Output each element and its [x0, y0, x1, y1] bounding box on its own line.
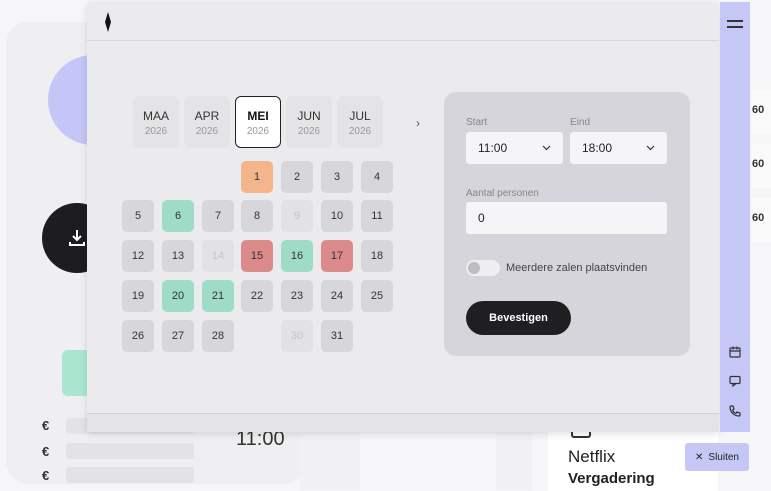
event-subtitle: Vergadering: [568, 470, 655, 487]
calendar-day[interactable]: 18: [361, 240, 393, 272]
calendar-day[interactable]: 22: [241, 280, 273, 312]
calendar-day[interactable]: 17: [321, 240, 353, 272]
background-right-value: 60: [752, 90, 771, 134]
calendar-day[interactable]: 28: [202, 320, 234, 352]
calendar-day[interactable]: 31: [321, 320, 353, 352]
start-time-select[interactable]: 11:00: [466, 132, 563, 164]
month-apr[interactable]: APR 2026: [184, 96, 230, 148]
calendar-day[interactable]: 12: [122, 240, 154, 272]
persons-label: Aantal personen: [466, 188, 539, 199]
background-bar: [66, 467, 194, 483]
calendar-day[interactable]: 1: [241, 161, 273, 193]
menu-icon[interactable]: [727, 20, 743, 32]
month-name: MAA: [142, 109, 169, 123]
calendar-day[interactable]: 21: [202, 280, 234, 312]
month-name: MEI: [247, 109, 269, 123]
start-label: Start: [466, 117, 488, 128]
currency-symbol: €: [42, 468, 50, 483]
calendar-day[interactable]: 10: [321, 200, 353, 232]
background-right-value: 60: [752, 198, 771, 242]
close-button-label: Sluiten: [708, 451, 739, 463]
calendar-day[interactable]: 20: [162, 280, 194, 312]
month-jun[interactable]: JUN 2026: [286, 96, 332, 148]
multi-room-toggle-label: Meerdere zalen plaatsvinden: [506, 262, 648, 274]
chevron-down-icon: [542, 145, 551, 151]
calendar-day[interactable]: 26: [122, 320, 154, 352]
calendar-day[interactable]: 27: [162, 320, 194, 352]
calendar-day[interactable]: 2: [281, 161, 313, 193]
month-year: 2026: [144, 126, 168, 137]
chat-icon[interactable]: [728, 374, 742, 388]
calendar-day: 14: [202, 240, 234, 272]
calendar-day[interactable]: 15: [241, 240, 273, 272]
phone-icon[interactable]: [728, 404, 742, 418]
calendar-day[interactable]: 11: [361, 200, 393, 232]
event-title: Netflix: [568, 447, 616, 466]
logo-icon: [105, 12, 111, 32]
confirm-button[interactable]: Bevestigen: [466, 301, 571, 335]
modal-footer: [87, 413, 719, 432]
month-name: JUN: [297, 109, 321, 123]
multi-room-toggle[interactable]: [466, 260, 500, 276]
month-year: 2026: [246, 126, 270, 137]
calendar-day[interactable]: 16: [281, 240, 313, 272]
persons-value: 0: [478, 211, 485, 225]
calendar-day[interactable]: 19: [122, 280, 154, 312]
calendar-day[interactable]: 13: [162, 240, 194, 272]
close-icon: ✕: [695, 451, 704, 463]
month-name: APR: [194, 109, 220, 123]
calendar-icon[interactable]: [728, 345, 742, 359]
persons-input[interactable]: 0: [466, 202, 667, 234]
modal-header: [87, 2, 719, 41]
close-button[interactable]: ✕ Sluiten: [685, 443, 749, 471]
calendar-day[interactable]: 23: [281, 280, 313, 312]
calendar-day[interactable]: 25: [361, 280, 393, 312]
start-time-value: 11:00: [478, 141, 508, 155]
chevron-right-icon[interactable]: ›: [416, 116, 420, 130]
month-year: 2026: [297, 126, 321, 137]
calendar-day: 9: [281, 200, 313, 232]
month-name: JUL: [349, 109, 371, 123]
calendar-day[interactable]: 5: [122, 200, 154, 232]
background-bar: [66, 443, 194, 459]
calendar-day[interactable]: 7: [202, 200, 234, 232]
calendar-day: 30: [281, 320, 313, 352]
calendar-day[interactable]: 6: [162, 200, 194, 232]
month-mei[interactable]: MEI 2026: [235, 96, 281, 148]
end-label: Eind: [570, 117, 591, 128]
calendar-day[interactable]: 8: [241, 200, 273, 232]
right-sidebar: [720, 2, 750, 432]
download-icon: [69, 230, 85, 246]
calendar-day[interactable]: 4: [361, 161, 393, 193]
calendar-day[interactable]: 3: [321, 161, 353, 193]
currency-symbol: €: [42, 444, 50, 459]
background-right-value: 60: [752, 144, 771, 188]
calendar-day[interactable]: 24: [321, 280, 353, 312]
currency-symbol: €: [42, 418, 50, 433]
month-year: 2026: [348, 126, 372, 137]
month-jul[interactable]: JUL 2026: [337, 96, 383, 148]
chevron-down-icon: [646, 145, 655, 151]
end-time-select[interactable]: 18:00: [570, 132, 667, 164]
month-maa[interactable]: MAA 2026: [133, 96, 179, 148]
month-year: 2026: [195, 126, 219, 137]
end-time-value: 18:00: [582, 141, 613, 155]
